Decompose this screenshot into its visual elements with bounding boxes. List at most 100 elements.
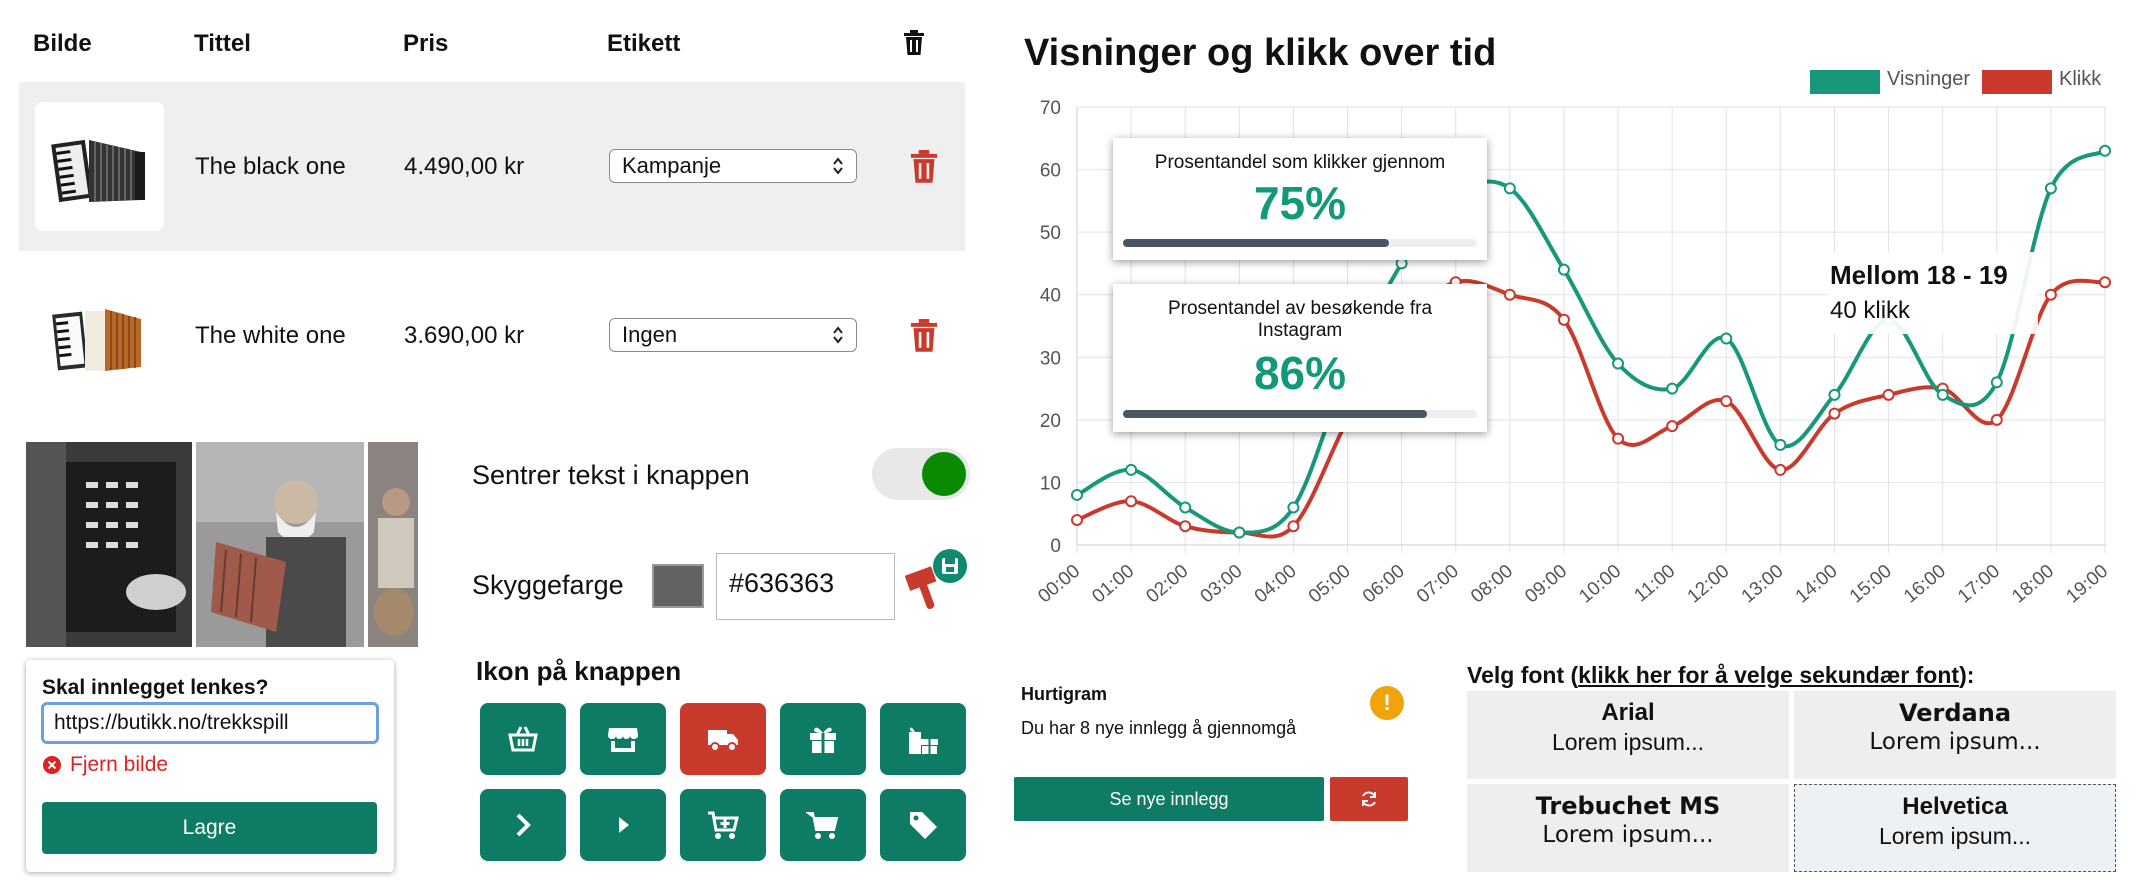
tooltip-title: Mellom 18 - 19 xyxy=(1830,260,2008,290)
stat-value: 75% xyxy=(1253,177,1347,229)
icon-option-store[interactable] xyxy=(580,703,666,775)
x-tick-label: 16:00 xyxy=(1900,561,1950,608)
link-url-input[interactable]: https://butikk.no/trekkspill xyxy=(41,702,379,744)
data-point xyxy=(2044,182,2057,195)
tag-icon xyxy=(910,812,937,839)
data-point xyxy=(1882,388,1895,401)
stat-progress-bar xyxy=(1123,410,1477,418)
icon-section-label: Ikon på knappen xyxy=(476,656,682,686)
x-tick-label: 09:00 xyxy=(1521,561,1571,608)
play-icon xyxy=(619,817,629,833)
save-button[interactable]: Lagre xyxy=(42,802,377,854)
stat-card-clickthrough: Prosentandel som klikker gjennom 75% xyxy=(1113,138,1487,260)
icon-option-chevron[interactable] xyxy=(480,789,566,861)
x-tick-label: 11:00 xyxy=(1631,561,1680,607)
link-popup: Skal innlegget lenkes? https://butikk.no… xyxy=(26,660,394,872)
data-point xyxy=(1936,388,1949,401)
data-point xyxy=(2099,144,2111,157)
font-option-sample: Lorem ipsum... xyxy=(1551,729,1705,755)
data-point xyxy=(1071,513,1083,526)
icon-option-cart-plus[interactable] xyxy=(680,789,766,861)
cart-icon xyxy=(806,812,839,839)
remove-image-link[interactable]: Fjern bilde xyxy=(42,753,168,777)
font-option-name: Arial xyxy=(1601,699,1655,726)
y-tick-label: 20 xyxy=(1040,411,1061,432)
font-option-sample: Lorem ipsum... xyxy=(1869,729,2041,755)
gifts-icon xyxy=(909,727,938,754)
data-point xyxy=(1179,501,1192,514)
x-tick-label: 13:00 xyxy=(1738,561,1788,608)
font-option-name: Verdana xyxy=(1898,699,2012,727)
font-option-name: Trebuchet MS xyxy=(1535,792,1721,820)
font-heading-prefix: Velg font ( xyxy=(1467,662,1579,688)
refresh-icon xyxy=(1362,791,1376,807)
y-tick-label: 60 xyxy=(1040,161,1061,182)
stat-progress-bar xyxy=(1123,239,1477,247)
y-tick-label: 10 xyxy=(1040,473,1061,494)
stat-label: Prosentandel som klikker gjennom xyxy=(1154,152,1446,173)
x-tick-label: 02:00 xyxy=(1143,561,1193,608)
y-tick-label: 40 xyxy=(1040,286,1061,307)
gift-icon xyxy=(810,727,836,753)
data-point xyxy=(1503,288,1516,301)
font-option-name: Helvetica xyxy=(1902,793,2008,820)
data-point xyxy=(1071,488,1083,501)
font-option-trebuchet[interactable]: Trebuchet MS Lorem ipsum... xyxy=(1467,784,1789,872)
refresh-button[interactable] xyxy=(1330,777,1408,821)
x-tick-label: 10:00 xyxy=(1575,561,1625,608)
font-option-arial[interactable]: Arial Lorem ipsum... xyxy=(1467,691,1789,779)
data-point xyxy=(1287,501,1300,514)
data-point xyxy=(1179,520,1192,533)
data-point xyxy=(1125,463,1138,476)
icon-option-truck[interactable] xyxy=(680,703,766,775)
data-point xyxy=(2044,288,2057,301)
font-picker-heading: Velg font (klikk her for å velge sekundæ… xyxy=(1467,662,1974,689)
data-point xyxy=(1125,495,1138,508)
data-point xyxy=(1557,263,1570,276)
stat-label: Prosentandel av besøkende fra Instagram xyxy=(1167,298,1433,341)
stat-card-instagram: Prosentandel av besøkende fra Instagram … xyxy=(1113,284,1487,432)
x-tick-label: 05:00 xyxy=(1305,561,1355,608)
basket-icon xyxy=(508,726,538,752)
data-point xyxy=(1612,357,1625,370)
link-question: Skal innlegget lenkes? xyxy=(42,676,269,699)
chevron-right-icon xyxy=(516,813,531,837)
icon-option-tag[interactable] xyxy=(880,789,966,861)
close-circle-icon xyxy=(43,756,61,774)
tooltip-value: 40 klikk xyxy=(1830,297,1911,324)
x-tick-label: 03:00 xyxy=(1197,561,1247,608)
icon-option-gift[interactable] xyxy=(780,703,866,775)
data-point xyxy=(1612,432,1625,445)
x-tick-label: 12:00 xyxy=(1684,561,1734,608)
icon-option-play[interactable] xyxy=(580,789,666,861)
x-tick-label: 01:00 xyxy=(1088,561,1138,608)
data-point xyxy=(1828,388,1841,401)
data-point xyxy=(1828,407,1841,420)
data-point xyxy=(1990,413,2003,426)
data-point xyxy=(1774,463,1787,476)
line-chart[interactable]: 0 10 20 30 40 50 60 70 00:00 01:00 02:00 03:00 04:00… xyxy=(0,0,2136,640)
secondary-font-link[interactable]: klikk her for å velge sekundær font xyxy=(1578,662,1959,688)
icon-option-cart[interactable] xyxy=(780,789,866,861)
hurtigram-text: Du har 8 nye innlegg å gjennomgå xyxy=(1021,718,1297,738)
stat-progress-fill xyxy=(1123,410,1428,418)
icon-option-gifts[interactable] xyxy=(880,703,966,775)
y-tick-label: 70 xyxy=(1040,98,1061,119)
icon-option-basket[interactable] xyxy=(480,703,566,775)
font-option-helvetica[interactable]: Helvetica Lorem ipsum... xyxy=(1794,784,2116,872)
truck-icon xyxy=(708,730,738,752)
data-point xyxy=(1774,438,1787,451)
x-tick-label: 00:00 xyxy=(1034,561,1084,608)
data-point xyxy=(1233,526,1246,539)
store-icon xyxy=(608,728,638,752)
data-point xyxy=(1503,182,1516,195)
stat-progress-fill xyxy=(1123,239,1389,247)
stat-value: 86% xyxy=(1253,347,1347,399)
cart-plus-icon xyxy=(708,811,739,839)
font-option-verdana[interactable]: Verdana Lorem ipsum... xyxy=(1794,691,2116,779)
data-point xyxy=(1666,420,1679,433)
data-point xyxy=(1990,376,2003,389)
font-option-sample: Lorem ipsum... xyxy=(1542,822,1714,848)
see-new-posts-button[interactable]: Se nye innlegg xyxy=(1014,777,1324,821)
data-point xyxy=(1287,520,1300,533)
